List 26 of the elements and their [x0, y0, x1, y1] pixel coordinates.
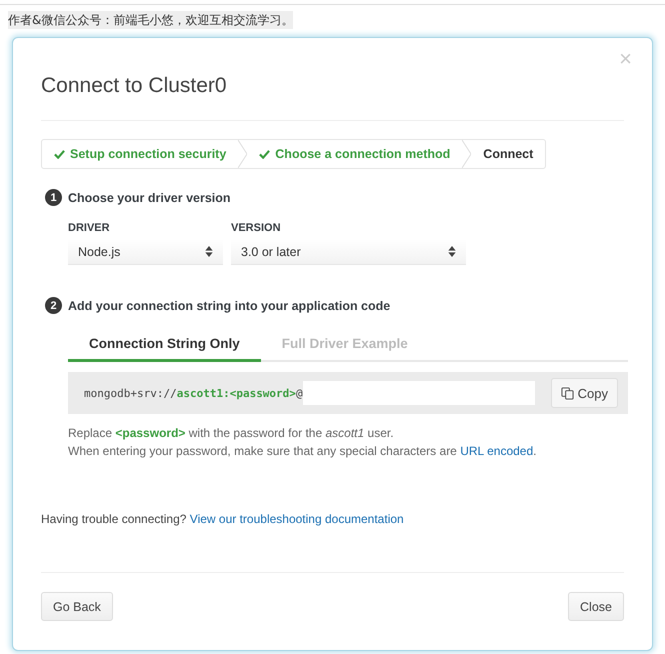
select-label: VERSION [231, 222, 282, 234]
section-title: Choose your driver version [68, 190, 231, 204]
select-label: DRIVER [68, 222, 111, 234]
period-text: . [533, 444, 536, 458]
close-button[interactable]: Close [568, 592, 624, 621]
step-number: 1 [45, 189, 62, 206]
back-button[interactable]: Go Back [41, 592, 113, 621]
step: Choose a connection method [247, 140, 462, 168]
sort-arrows-icon [205, 246, 213, 257]
step: Connect [471, 140, 546, 168]
sort-arrows-icon [448, 246, 456, 257]
link[interactable]: URL encoded [460, 444, 534, 458]
section-title: Add your connection string into your application code [68, 298, 390, 312]
copy-icon [560, 386, 574, 400]
dialog-title: Connect to Cluster0 [41, 73, 228, 98]
tab[interactable]: Connection String Only [68, 330, 261, 362]
check-icon [259, 149, 270, 159]
link[interactable]: View our troubleshooting documentation [190, 512, 404, 526]
step: Setup connection security [42, 140, 238, 168]
instruction-text: Replace <password> with the password for the ascott1 user. [68, 426, 395, 440]
help-text: Having trouble connecting? [41, 512, 186, 526]
copy-button[interactable]: Copy [550, 378, 618, 408]
step-number: 2 [45, 297, 62, 314]
caption-text: 作者&微信公众号：前端毛小悠，欢迎互相交流学习。 [8, 11, 294, 29]
check-icon [54, 149, 65, 159]
instruction-text: When entering your password, make sure that any special characters are [68, 444, 457, 458]
